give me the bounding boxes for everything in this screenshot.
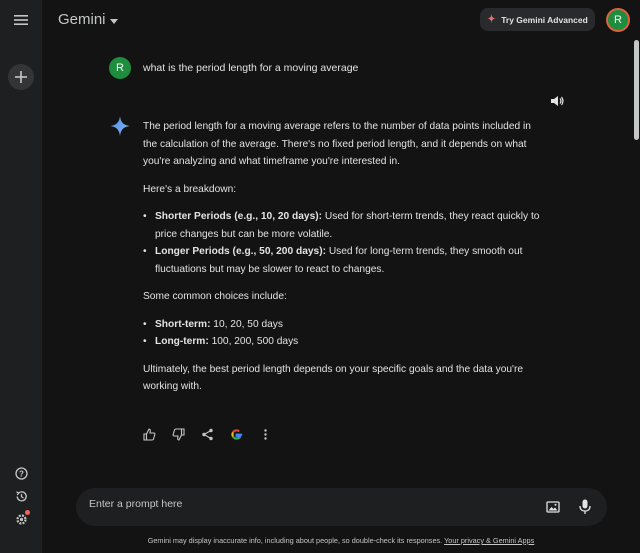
choices-list: Short-term: 10, 20, 50 days Long-term: 1…	[143, 316, 543, 351]
list-item-term: Long-term:	[155, 336, 209, 347]
thumbs-up-icon[interactable]	[143, 428, 156, 441]
settings-gear-icon[interactable]	[8, 506, 34, 532]
try-gemini-advanced-button[interactable]: Try Gemini Advanced	[480, 8, 595, 31]
list-item-term: Longer Periods (e.g., 50, 200 days):	[155, 246, 326, 257]
breakdown-list: Shorter Periods (e.g., 10, 20 days): Use…	[143, 208, 543, 278]
list-item-term: Short-term:	[155, 318, 211, 330]
top-bar: Gemini Try Gemini Advanced R	[42, 0, 640, 40]
choices-heading: Some common choices include:	[143, 291, 287, 302]
list-item-text: 100, 200, 500 days	[208, 336, 299, 347]
list-item-term: Shorter Periods (e.g., 10, 20 days):	[155, 211, 323, 222]
user-avatar: R	[109, 57, 131, 79]
sparkle-icon	[487, 14, 497, 25]
model-selector[interactable]: Gemini	[58, 11, 118, 28]
response-intro: The period length for a moving average r…	[143, 121, 531, 167]
prompt-input[interactable]	[89, 498, 509, 510]
microphone-icon[interactable]	[578, 499, 592, 515]
list-item: Longer Periods (e.g., 50, 200 days): Use…	[143, 243, 543, 278]
svg-text:?: ?	[19, 469, 24, 478]
account-avatar[interactable]: R	[606, 8, 630, 32]
google-search-icon[interactable]	[230, 428, 243, 441]
chevron-down-icon	[109, 11, 118, 28]
new-chat-button[interactable]	[8, 64, 34, 90]
upload-image-icon[interactable]	[546, 500, 560, 514]
scrollbar-thumb[interactable]	[634, 40, 639, 140]
gemini-logo-icon	[110, 116, 130, 136]
menu-icon[interactable]	[8, 7, 34, 33]
more-options-icon[interactable]	[259, 428, 272, 441]
response-actions	[143, 428, 272, 441]
app-title: Gemini	[58, 11, 106, 28]
user-message: what is the period length for a moving a…	[143, 62, 359, 74]
disclaimer-text: Gemini may display inaccurate info, incl…	[147, 536, 443, 545]
response-conclusion: Ultimately, the best period length depen…	[143, 363, 524, 393]
gemini-response: The period length for a moving average r…	[143, 118, 543, 406]
share-icon[interactable]	[201, 428, 214, 441]
footer: Gemini may display inaccurate info, incl…	[42, 536, 640, 545]
privacy-link[interactable]: Your privacy & Gemini Apps	[444, 536, 534, 545]
notification-dot	[25, 510, 30, 515]
thumbs-down-icon[interactable]	[172, 428, 185, 441]
list-item: Shorter Periods (e.g., 10, 20 days): Use…	[143, 208, 543, 243]
list-item-text: 10, 20, 50 days	[210, 318, 283, 330]
prompt-bar	[76, 488, 607, 526]
try-advanced-label: Try Gemini Advanced	[501, 14, 588, 25]
list-item: Short-term: 10, 20, 50 days	[143, 316, 543, 334]
sidebar: ?	[0, 0, 42, 553]
list-item: Long-term: 100, 200, 500 days	[143, 333, 543, 351]
breakdown-heading: Here's a breakdown:	[143, 183, 237, 195]
speaker-icon[interactable]	[550, 94, 564, 108]
